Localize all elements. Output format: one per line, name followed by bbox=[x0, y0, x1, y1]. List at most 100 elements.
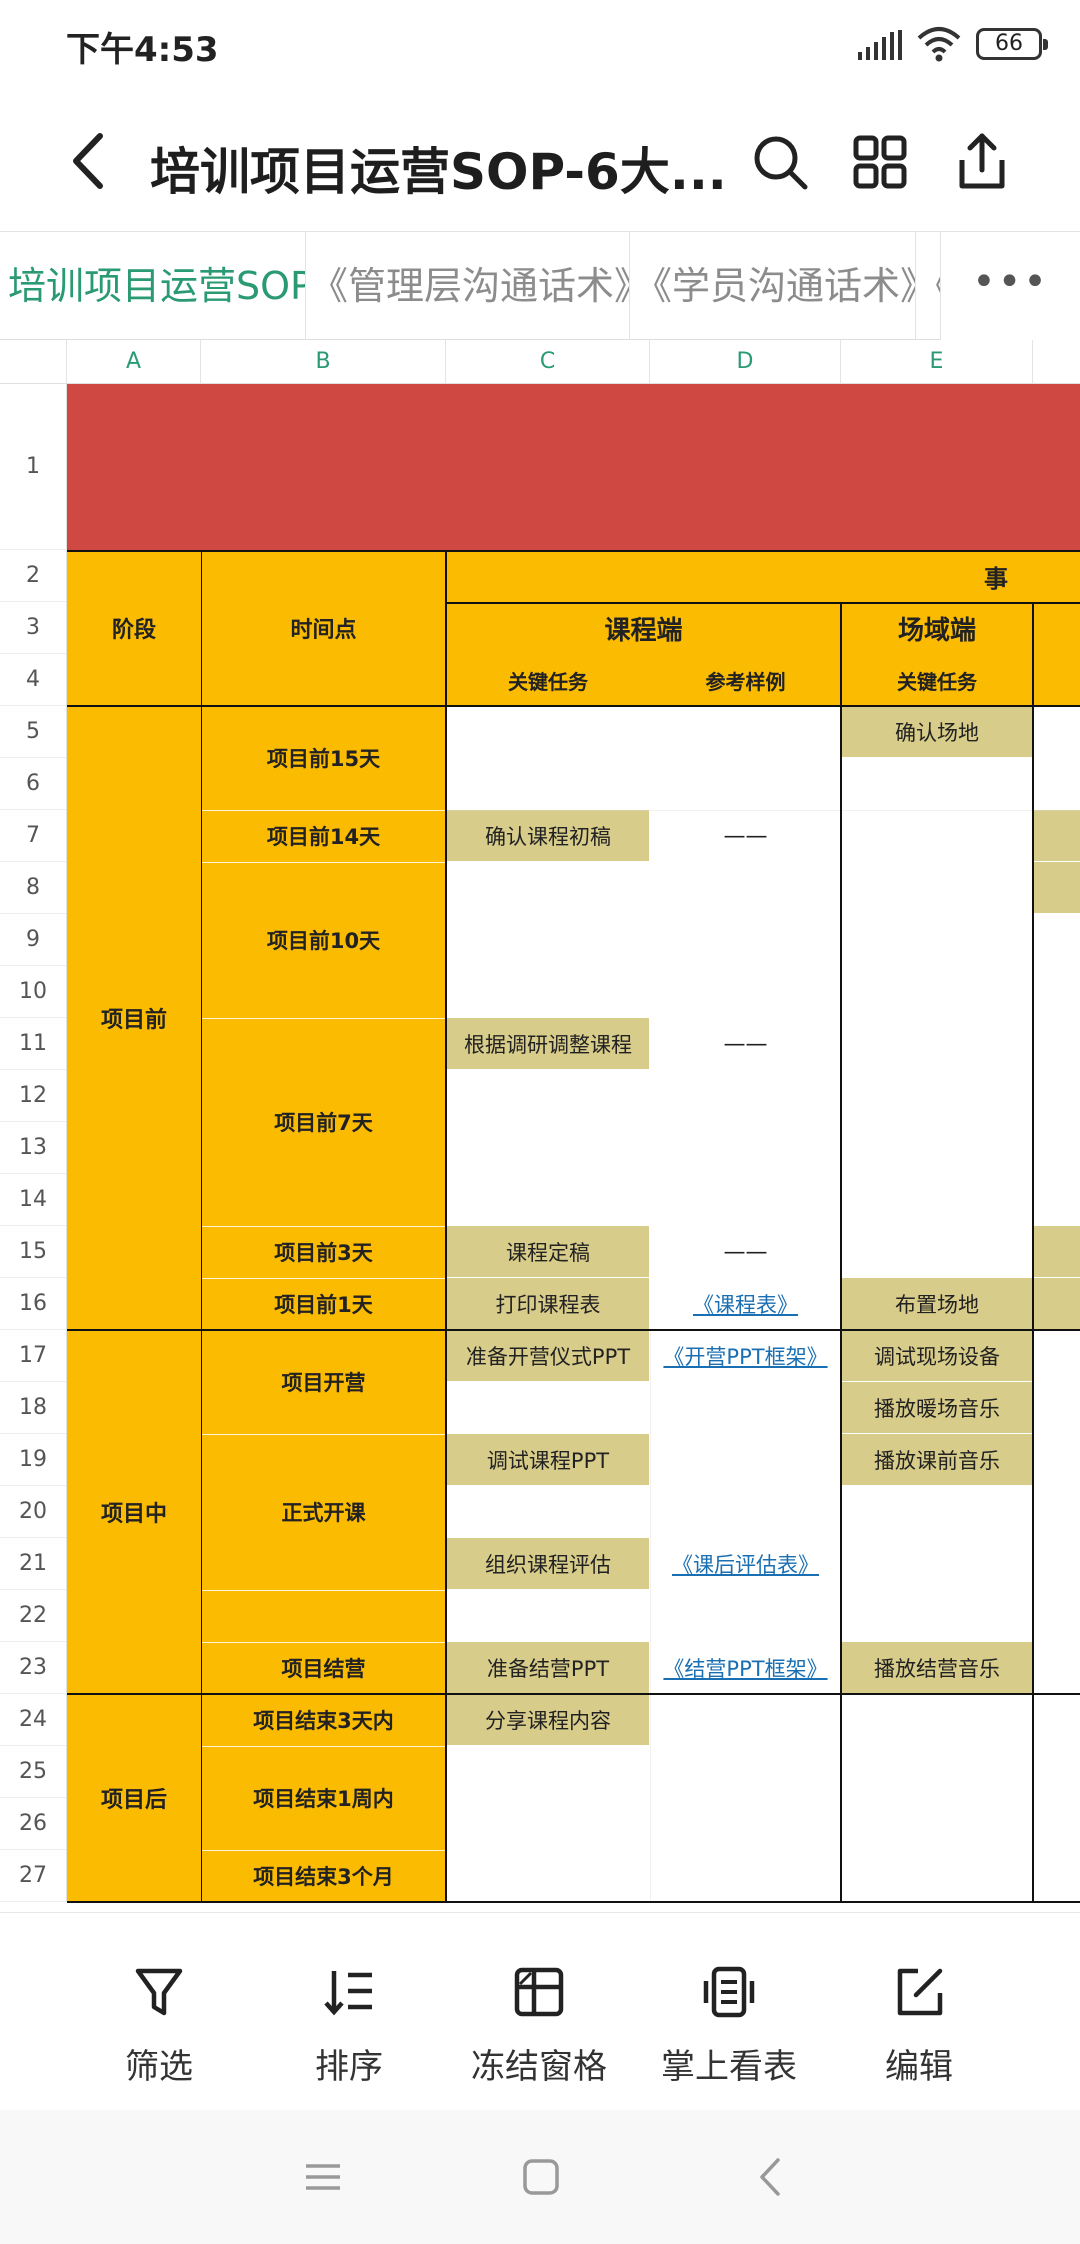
row-header[interactable]: 17 bbox=[0, 1330, 67, 1382]
row-header[interactable]: 27 bbox=[0, 1850, 67, 1902]
grid-corner bbox=[0, 340, 67, 384]
system-nav-bar bbox=[0, 2110, 1080, 2244]
partial-task-cell bbox=[1034, 862, 1080, 913]
edit-icon bbox=[897, 1968, 943, 2016]
row-header[interactable]: 6 bbox=[0, 758, 67, 810]
menu-icon[interactable] bbox=[298, 2152, 348, 2202]
row-header[interactable]: 10 bbox=[0, 966, 67, 1018]
grid-view-icon[interactable] bbox=[848, 130, 912, 194]
row-header[interactable]: 9 bbox=[0, 914, 67, 966]
course-task-cell[interactable]: 课程定稿 bbox=[447, 1226, 649, 1277]
stage-during: 项目中 bbox=[67, 1330, 201, 1694]
column-header-a[interactable]: A bbox=[67, 340, 201, 384]
venue-task-cell[interactable]: 确认场地 bbox=[842, 706, 1032, 757]
tab-student-scripts[interactable]: 《学员沟通话术》 bbox=[630, 232, 916, 340]
row-header[interactable]: 24 bbox=[0, 1694, 67, 1746]
row-header[interactable]: 18 bbox=[0, 1382, 67, 1434]
grid-line bbox=[446, 810, 1080, 811]
timepoint-cell: 项目结束3个月 bbox=[201, 1850, 446, 1902]
row-separator bbox=[201, 810, 446, 811]
reference-link[interactable]: 《开营PPT框架》 bbox=[650, 1330, 841, 1382]
back-arrow-icon[interactable] bbox=[60, 128, 120, 194]
venue-task-cell[interactable]: 调试现场设备 bbox=[842, 1330, 1032, 1381]
row-header[interactable]: 12 bbox=[0, 1070, 67, 1122]
search-icon[interactable] bbox=[748, 130, 812, 194]
home-icon[interactable] bbox=[516, 2152, 566, 2202]
freeze-panes-button[interactable]: 冻结窗格 bbox=[444, 1913, 634, 2111]
border-line bbox=[201, 550, 202, 1902]
row-header[interactable]: 8 bbox=[0, 862, 67, 914]
row-header[interactable]: 4 bbox=[0, 654, 67, 706]
timepoint-cell: 项目前10天 bbox=[201, 862, 446, 1018]
row-header[interactable]: 1 bbox=[0, 384, 67, 550]
sort-button[interactable]: 排序 bbox=[254, 1913, 444, 2111]
bottom-toolbar: 筛选 排序 冻结窗格 掌上看表 编辑 bbox=[0, 1912, 1080, 2110]
timepoint-cell: 正式开课 bbox=[201, 1434, 446, 1590]
border-line bbox=[67, 1693, 1080, 1695]
row-header[interactable]: 3 bbox=[0, 602, 67, 654]
reference-dash: —— bbox=[723, 823, 768, 849]
header-ref-example: 参考样例 bbox=[650, 654, 841, 706]
tab-partial[interactable]: 《 bbox=[916, 232, 940, 340]
venue-task-cell[interactable]: 布置场地 bbox=[842, 1278, 1032, 1329]
border-line bbox=[446, 602, 1080, 604]
course-task-cell[interactable]: 分享课程内容 bbox=[447, 1694, 649, 1745]
row-header[interactable]: 7 bbox=[0, 810, 67, 862]
row-header[interactable]: 16 bbox=[0, 1278, 67, 1330]
row-header[interactable]: 5 bbox=[0, 706, 67, 758]
sheet-tabs: 培训项目运营SOP 《管理层沟通话术》 《学员沟通话术》 《 ••• bbox=[0, 232, 1080, 340]
row-header[interactable]: 20 bbox=[0, 1486, 67, 1538]
row-separator bbox=[201, 1226, 446, 1227]
partial-task-cell bbox=[1034, 810, 1080, 861]
timepoint-cell: 项目结营 bbox=[201, 1642, 446, 1694]
row-header[interactable]: 22 bbox=[0, 1590, 67, 1642]
row-header[interactable]: 25 bbox=[0, 1746, 67, 1798]
row-header[interactable]: 21 bbox=[0, 1538, 67, 1590]
tab-sop[interactable]: 培训项目运营SOP bbox=[0, 232, 306, 340]
venue-task-cell[interactable]: 播放结营音乐 bbox=[842, 1642, 1032, 1693]
course-task-cell[interactable]: 调试课程PPT bbox=[447, 1434, 649, 1485]
row-header[interactable]: 15 bbox=[0, 1226, 67, 1278]
back-icon[interactable] bbox=[746, 2152, 796, 2202]
venue-task-cell[interactable]: 播放课前音乐 bbox=[842, 1434, 1032, 1485]
timepoint-cell: 项目前3天 bbox=[201, 1226, 446, 1278]
venue-task-cell[interactable]: 播放暖场音乐 bbox=[842, 1382, 1032, 1433]
row-separator bbox=[201, 1746, 446, 1747]
course-task-cell[interactable]: 准备开营仪式PPT bbox=[447, 1330, 649, 1381]
course-task-cell[interactable]: 确认课程初稿 bbox=[447, 810, 649, 861]
reference-link[interactable]: 《课程表》 bbox=[650, 1278, 841, 1330]
reference-link[interactable]: 《结营PPT框架》 bbox=[650, 1642, 841, 1694]
edit-button[interactable]: 编辑 bbox=[824, 1913, 1014, 2111]
course-task-cell[interactable]: 打印课程表 bbox=[447, 1278, 649, 1329]
row-header[interactable]: 2 bbox=[0, 550, 67, 602]
more-tabs-button[interactable]: ••• bbox=[940, 232, 1080, 340]
sort-label: 排序 bbox=[315, 2047, 383, 2087]
header-venue-side: 场域端 bbox=[841, 602, 1033, 654]
tab-manager-scripts[interactable]: 《管理层沟通话术》 bbox=[306, 232, 630, 340]
header-stage: 阶段 bbox=[67, 550, 201, 706]
column-header-e[interactable]: E bbox=[841, 340, 1033, 384]
column-header-b[interactable]: B bbox=[201, 340, 446, 384]
course-task-cell[interactable]: 组织课程评估 bbox=[447, 1538, 649, 1589]
title-banner bbox=[67, 384, 1080, 550]
filter-button[interactable]: 筛选 bbox=[64, 1913, 254, 2111]
share-icon[interactable] bbox=[950, 130, 1014, 194]
grid-line bbox=[650, 1330, 651, 1902]
row-header[interactable]: 13 bbox=[0, 1122, 67, 1174]
stage-before: 项目前 bbox=[67, 706, 201, 1330]
mobile-view-button[interactable]: 掌上看表 bbox=[634, 1913, 824, 2111]
reference-link[interactable]: 《课后评估表》 bbox=[650, 1538, 841, 1590]
row-separator bbox=[201, 1434, 446, 1435]
column-header-d[interactable]: D bbox=[650, 340, 841, 384]
course-task-cell[interactable]: 根据调研调整课程 bbox=[447, 1018, 649, 1069]
course-task-cell[interactable]: 准备结营PPT bbox=[447, 1642, 649, 1693]
row-header[interactable]: 19 bbox=[0, 1434, 67, 1486]
column-header-c[interactable]: C bbox=[446, 340, 650, 384]
header-partial-cell bbox=[1033, 602, 1080, 654]
row-header[interactable]: 11 bbox=[0, 1018, 67, 1070]
row-header[interactable]: 26 bbox=[0, 1798, 67, 1850]
column-header-f[interactable] bbox=[1033, 340, 1080, 384]
row-header[interactable]: 14 bbox=[0, 1174, 67, 1226]
row-header[interactable]: 23 bbox=[0, 1642, 67, 1694]
header-timepoint: 时间点 bbox=[201, 550, 446, 706]
